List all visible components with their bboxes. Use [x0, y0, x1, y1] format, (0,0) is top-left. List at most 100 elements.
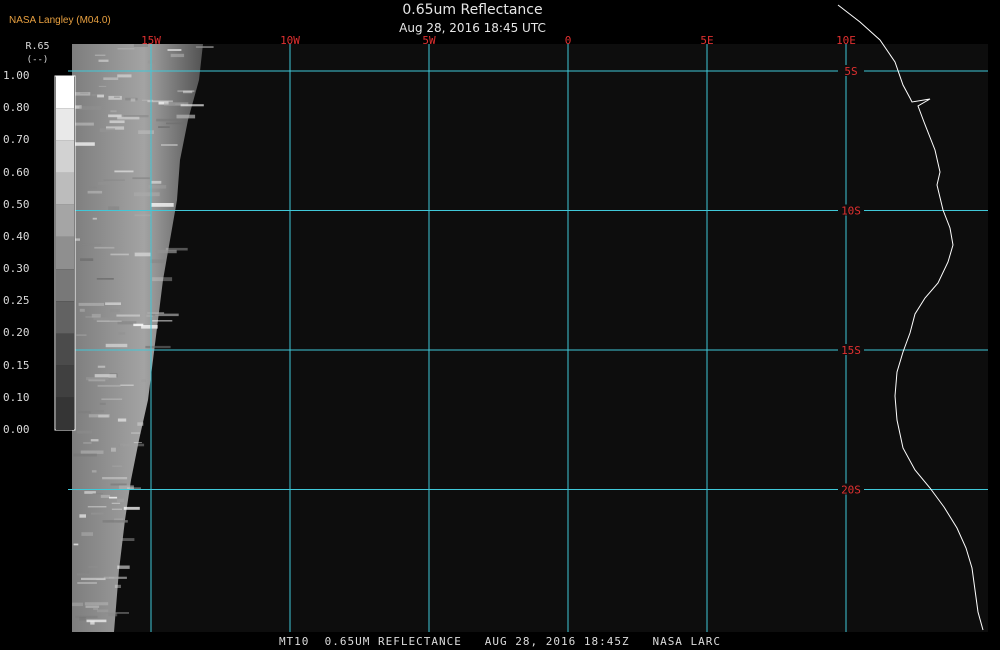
cloud-streak — [117, 74, 132, 78]
cloud-streak — [167, 49, 182, 51]
cloud-streak — [102, 477, 128, 480]
cloud-streak — [101, 398, 123, 400]
parallel-label: 15S — [841, 344, 861, 357]
cloud-streak — [73, 122, 94, 126]
cloud-streak — [109, 496, 118, 499]
cloud-streak — [97, 384, 121, 387]
cloud-streak — [158, 126, 170, 128]
cloud-streak — [151, 314, 171, 316]
colorbar-swatch — [56, 397, 74, 430]
cloud-streak — [130, 98, 136, 102]
meridian-label: 15W — [141, 34, 161, 47]
colorbar-swatch — [56, 172, 74, 205]
cloud-streak — [117, 498, 124, 503]
cloud-streak — [77, 430, 93, 434]
cloud-streak — [102, 520, 128, 523]
cloud-streak — [117, 418, 127, 422]
cloud-streak — [80, 450, 104, 454]
cloud-streak — [134, 252, 152, 257]
legend-title: R.65 — [25, 41, 50, 52]
cloud-streak — [72, 142, 95, 146]
cloud-streak — [109, 120, 125, 124]
cloud-streak — [89, 186, 97, 189]
map-frame — [72, 44, 988, 632]
cloud-streak — [100, 494, 111, 498]
cloud-streak — [119, 443, 145, 447]
colorbar-swatch — [56, 204, 74, 237]
cloud-streak — [123, 506, 140, 510]
cloud-streak — [114, 170, 134, 173]
meridian-label: 10W — [280, 34, 300, 47]
colorbar-swatch — [56, 140, 74, 173]
cloud-streak — [92, 217, 97, 220]
cloud-streak — [147, 312, 165, 314]
cloud-streak — [97, 365, 106, 368]
cloud-streak — [134, 214, 151, 217]
colorbar-swatch — [56, 236, 74, 270]
cloud-streak — [87, 190, 103, 194]
cloud-streak — [91, 512, 104, 515]
colorbar-swatch — [56, 365, 74, 398]
cloud-streak — [145, 345, 171, 349]
cloud-streak — [103, 77, 119, 80]
legend-tick-label: 0.25 — [3, 294, 30, 308]
cloud-streak — [105, 302, 121, 305]
cloud-streak — [80, 258, 94, 261]
cloud-streak — [117, 565, 130, 569]
colorbar-swatch — [56, 269, 74, 302]
cloud-streak — [77, 582, 97, 584]
cloud-streak — [108, 114, 122, 118]
meridian-label: 5W — [422, 34, 436, 47]
cloud-streak — [183, 90, 193, 94]
cloud-streak — [156, 118, 179, 122]
cloud-streak — [137, 422, 144, 426]
parallel-label: 10S — [841, 205, 861, 218]
cloud-streak — [84, 602, 109, 606]
cloud-streak — [118, 332, 126, 335]
cloud-streak — [91, 313, 101, 318]
cloud-streak — [91, 470, 97, 473]
meridian-label: 0 — [565, 34, 572, 47]
cloud-streak — [99, 402, 106, 405]
cloud-streak — [105, 343, 128, 348]
meridian-label: 10E — [836, 34, 856, 47]
legend-tick-label: 0.00 — [3, 423, 30, 436]
cloud-streak — [116, 314, 140, 317]
cloud-streak — [80, 92, 89, 94]
cloud-streak — [108, 576, 115, 579]
cloud-streak — [86, 619, 107, 623]
cloud-streak — [72, 602, 83, 607]
cloud-streak — [170, 53, 185, 58]
meridian-label: 5E — [700, 34, 713, 47]
cloud-streak — [99, 128, 116, 132]
cloud-streak — [83, 442, 92, 444]
parallel-label: 20S — [841, 484, 861, 497]
legend-tick-label: 0.30 — [3, 262, 30, 276]
cloud-streak — [98, 181, 111, 185]
cloud-streak — [73, 543, 79, 546]
cloud-streak — [156, 249, 177, 254]
page-title: 0.65um Reflectance — [402, 2, 543, 18]
parallel-label: 5S — [844, 65, 857, 78]
colorbar-swatch — [56, 301, 74, 334]
legend-tick-label: 0.80 — [3, 101, 30, 115]
colorbar-swatch — [56, 108, 74, 141]
cloud-streak — [176, 114, 196, 119]
cloud-streak — [133, 442, 142, 444]
cloud-streak — [150, 203, 174, 207]
cloud-streak — [195, 46, 214, 48]
colorbar-swatch — [56, 76, 74, 109]
satellite-map: 15W 10W 5W 0 5E 10E 5S 10S 15S 20S — [0, 0, 1000, 650]
cloud-streak — [141, 325, 158, 329]
cloud-streak — [180, 104, 204, 107]
cloud-streak — [138, 130, 154, 134]
cloud-streak — [79, 106, 102, 110]
cloud-streak — [90, 410, 104, 413]
cloud-streak — [133, 192, 160, 197]
legend-tick-label: 0.50 — [3, 197, 30, 211]
cloud-streak — [110, 309, 120, 313]
cloud-streak — [93, 317, 115, 321]
data-credit: NASA Langley (M04.0) — [9, 15, 111, 26]
cloud-streak — [112, 465, 123, 467]
cloud-streak — [103, 576, 127, 579]
